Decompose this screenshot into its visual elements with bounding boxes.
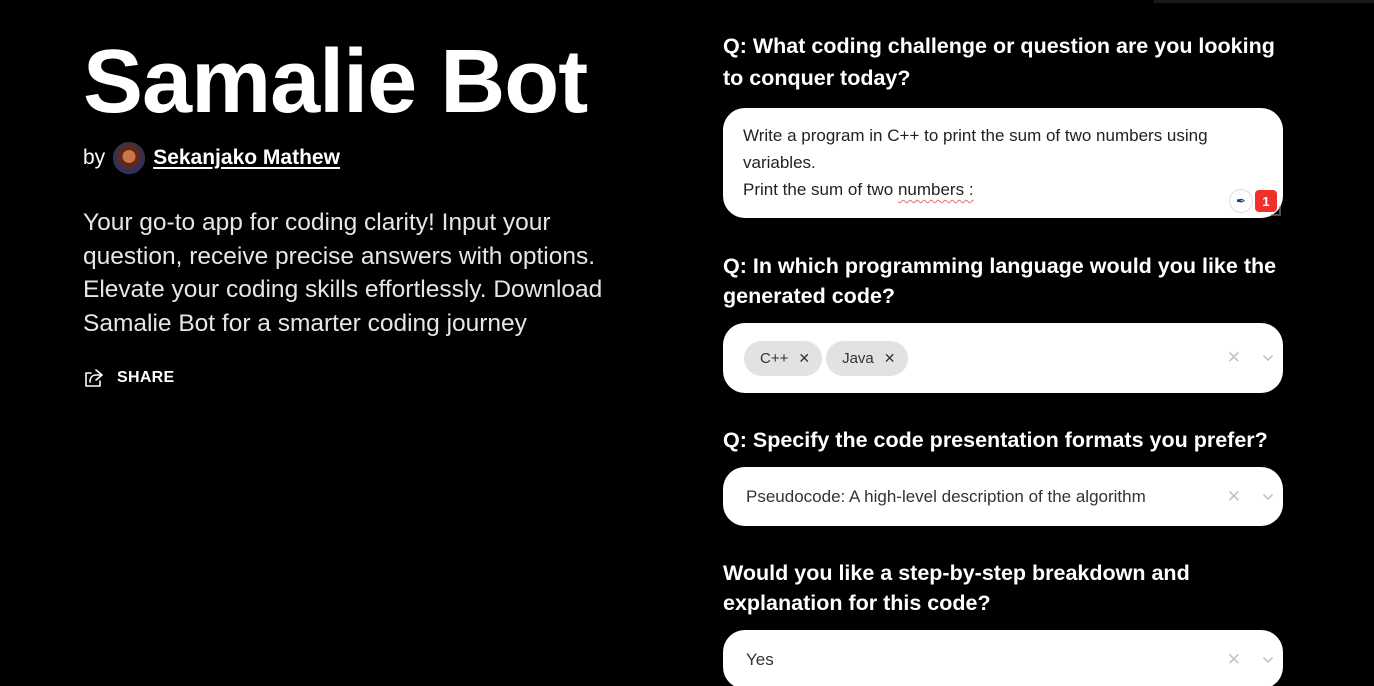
question-4-label: Would you like a step-by-step breakdown … (723, 561, 1190, 615)
remove-chip-icon[interactable]: ✕ (798, 350, 810, 367)
chip-label: Java (842, 349, 874, 367)
coding-question-textarea[interactable]: Write a program in C++ to print the sum … (723, 108, 1283, 218)
selected-format: Pseudocode: A high-level description of … (746, 486, 1146, 506)
textarea-line-2-text: Print the sum of two (743, 180, 898, 199)
select-controls: ✕ (1227, 467, 1273, 526)
language-multi-select[interactable]: C++ ✕ Java ✕ ✕ (723, 323, 1283, 393)
textarea-resize-handle[interactable] (1271, 206, 1281, 216)
page: Samalie Bot by Sekanjako Mathew Your go-… (0, 0, 1374, 686)
textarea-line-2: Print the sum of two numbers : (743, 176, 1263, 203)
breakdown-select[interactable]: Yes ✕ (723, 630, 1283, 686)
chevron-down-icon[interactable] (1263, 353, 1273, 363)
share-icon (85, 369, 103, 387)
clear-icon[interactable]: ✕ (1227, 487, 1241, 507)
textarea-line-1: Write a program in C++ to print the sum … (743, 126, 1208, 172)
app-title: Samalie Bot (83, 32, 588, 132)
selected-breakdown: Yes (746, 649, 774, 669)
author-link[interactable]: Sekanjako Mathew (153, 146, 340, 170)
chip-label: C++ (760, 349, 789, 367)
app-description: Your go-to app for coding clarity! Input… (83, 209, 603, 337)
clear-icon[interactable]: ✕ (1227, 650, 1241, 670)
remove-chip-icon[interactable]: ✕ (884, 350, 896, 367)
grammar-checker-icon[interactable]: ✒ (1229, 189, 1253, 213)
select-controls: ✕ (1227, 323, 1273, 393)
grammar-checker-widget[interactable]: ✒ 1 (1229, 189, 1277, 213)
author-avatar[interactable] (113, 142, 146, 174)
question-3-label: Q: Specify the code presentation formats… (723, 428, 1268, 452)
top-edge-bar (1154, 0, 1374, 3)
chevron-down-icon[interactable] (1263, 655, 1273, 665)
share-label: SHARE (117, 369, 175, 386)
language-chip-cpp: C++ ✕ (744, 340, 823, 376)
select-controls: ✕ (1227, 630, 1273, 686)
byline: by Sekanjako Mathew (83, 140, 643, 176)
clear-icon[interactable]: ✕ (1227, 348, 1241, 368)
app-info-panel: Samalie Bot by Sekanjako Mathew Your go-… (83, 32, 643, 388)
language-chip-java: Java ✕ (826, 340, 908, 376)
presentation-format-select[interactable]: Pseudocode: A high-level description of … (723, 467, 1283, 526)
chevron-down-icon[interactable] (1263, 492, 1273, 502)
question-1-label: Q: What coding challenge or question are… (723, 34, 1275, 90)
flagged-word[interactable]: numbers : (898, 180, 974, 199)
share-button[interactable]: SHARE (83, 368, 643, 388)
by-label: by (83, 146, 106, 169)
question-2-label: Q: In which programming language would y… (723, 254, 1277, 308)
